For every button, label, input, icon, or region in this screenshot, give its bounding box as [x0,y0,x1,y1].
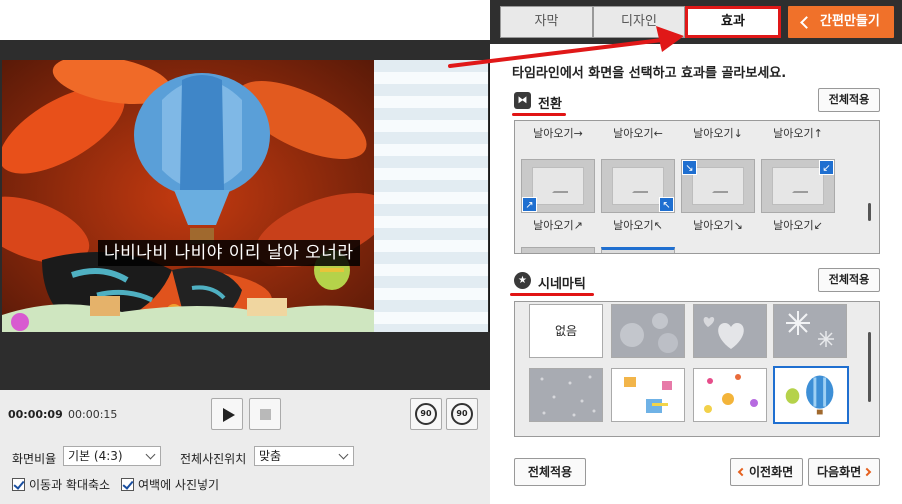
tab-bar: 자막 디자인 효과 간편만들기 [490,0,902,44]
transition-label: 날아오기↘ [693,219,743,232]
cinematic-flowers-option[interactable] [693,368,767,422]
previous-screen-label: 이전화면 [749,465,794,479]
rotate-left-icon: 90 [415,403,437,425]
image-placeholder-icon [532,167,584,205]
preview-bottom-strip [0,332,490,390]
cinematic-gifts-option[interactable] [611,368,685,422]
arrow-up-right-icon: ↗ [522,197,537,212]
bokeh-icon [620,313,678,353]
transition-label: 날아오기↖ [613,219,663,232]
transition-thumb[interactable] [521,247,595,253]
arrow-down-left-icon: ↙ [819,160,834,175]
ratio-label: 화면비율 [12,452,57,466]
snowflake-icon [786,311,834,347]
arrow-up-left-icon: ↖ [659,197,674,212]
transition-title: 전환 [538,97,562,112]
transition-label: 날아오기↗ [533,219,583,232]
transition-thumb-selected[interactable] [601,247,675,253]
flower-icon [704,374,758,413]
next-screen-button[interactable]: 다음화면 [808,458,880,486]
transition-apply-all-button[interactable]: 전체적용 [818,88,880,112]
play-button[interactable] [211,398,243,430]
photo-position-label: 전체사진위치 [180,452,247,466]
chevron-left-icon [737,467,747,477]
transition-scrollbar[interactable] [868,203,871,221]
heart-icon [703,317,744,349]
cinematic-balloons-option[interactable] [773,366,849,424]
transition-label: 날아오기→ [533,127,583,140]
effects-panel: 자막 디자인 효과 간편만들기 타임라인에서 화면을 선택하고 효과를 골라보세… [490,0,902,504]
photo-position-select-value: 맞춤 [259,449,282,463]
chevron-right-icon [862,467,872,477]
tab-design[interactable]: 디자인 [593,6,685,38]
transition-label: 날아오기↙ [773,219,823,232]
move-zoom-label: 이동과 확대축소 [29,478,111,492]
transition-thumb[interactable]: ↗ [521,159,595,213]
transition-label: 날아오기↓ [693,127,743,140]
star-icon: ★ [514,272,531,289]
next-screen-label: 다음화면 [817,465,862,479]
image-placeholder-icon [772,167,824,205]
margin-photo-checkbox[interactable] [121,478,134,491]
balloon-icon [785,375,834,415]
cinematic-hearts-option[interactable] [693,304,767,358]
image-placeholder-icon [692,167,744,205]
chevron-down-icon [145,449,156,460]
move-zoom-option[interactable]: 이동과 확대축소 [12,476,110,493]
photo-position-select[interactable]: 맞춤 [254,446,354,466]
rotate-right-button[interactable]: 90 [446,398,478,430]
transition-thumb[interactable]: ↙ [761,159,835,213]
player-controls: 00:00:09 00:00:15 90 90 화면비율 기본 (4:3) 전체… [0,390,490,504]
preview-subtitle: 나비나비 나비야 이리 날아 오너라 [98,240,360,266]
preview-screen: 나비나비 나비야 이리 날아 오너라 [2,60,488,332]
rotate-right-icon: 90 [451,403,473,425]
cinematic-bokeh-option[interactable] [611,304,685,358]
stop-button[interactable] [249,398,281,430]
quick-make-button[interactable]: 간편만들기 [788,6,894,38]
current-time: 00:00:09 [8,408,63,421]
transition-label: 날아오기↑ [773,127,823,140]
instruction-text: 타임라인에서 화면을 선택하고 효과를 골라보세요. [512,66,787,81]
cinematic-apply-all-button[interactable]: 전체적용 [818,268,880,292]
transition-thumb[interactable]: ↖ [601,159,675,213]
transition-thumb[interactable]: ↘ [681,159,755,213]
cinematic-underline [510,293,594,296]
preview-striped-background [374,60,488,332]
preview-top-strip [0,40,490,60]
image-placeholder-icon [612,167,664,205]
cinematic-title: 시네마틱 [538,277,586,292]
previous-screen-button[interactable]: 이전화면 [730,458,803,486]
chevron-down-icon [338,449,349,460]
gift-icon [624,377,672,413]
margin-photo-label: 여백에 사진넣기 [138,478,220,492]
total-time: 00:00:15 [68,408,118,421]
rotate-left-button[interactable]: 90 [410,398,442,430]
preview-pane: 나비나비 나비야 이리 날아 오너라 00:00:09 00:00:15 90 … [0,0,490,504]
margin-photo-option[interactable]: 여백에 사진넣기 [121,476,219,493]
cinematic-snowflake-option[interactable] [773,304,847,358]
cinematic-gallery: 없음 [514,301,880,437]
cinematic-scrollbar[interactable] [868,332,871,402]
tab-effect[interactable]: 효과 [685,6,781,38]
arrow-down-right-icon: ↘ [682,160,697,175]
cinematic-none-option[interactable]: 없음 [529,304,603,358]
transition-underline [512,113,566,116]
apply-all-button[interactable]: 전체적용 [514,458,586,486]
transition-icon: ⧓ [514,92,531,109]
dots-icon [540,375,596,417]
tab-subtitle[interactable]: 자막 [500,6,593,38]
transition-label: 날아오기← [613,127,663,140]
preview-photo [2,60,374,332]
ratio-select-value: 기본 (4:3) [68,449,123,463]
cinematic-dots-option[interactable] [529,368,603,422]
preview-top-bar [0,0,490,40]
ratio-select[interactable]: 기본 (4:3) [63,446,161,466]
transition-gallery: 날아오기→ 날아오기← 날아오기↓ 날아오기↑ ↗ ↖ ↘ ↙ 날아오기↗ 날아… [514,120,880,254]
move-zoom-checkbox[interactable] [12,478,25,491]
